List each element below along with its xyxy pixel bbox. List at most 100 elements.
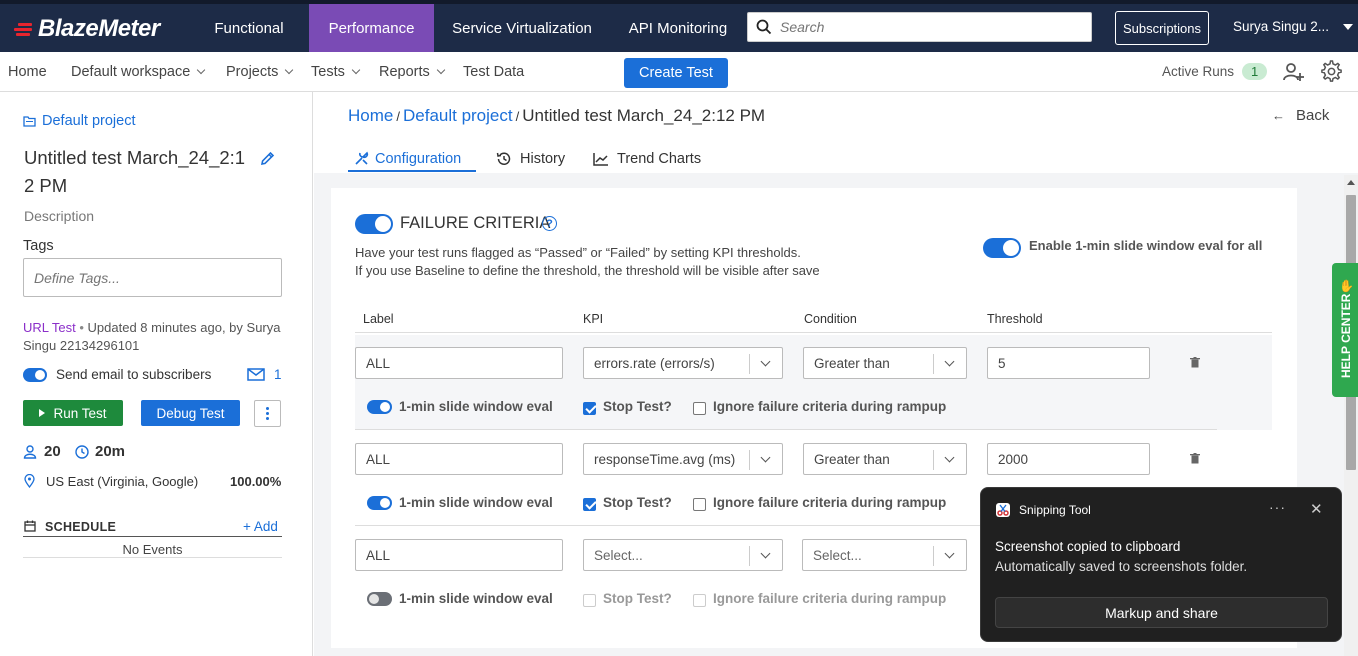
- tab-history[interactable]: History: [496, 147, 565, 171]
- snipping-tool-notification: Snipping Tool ··· ✕ Screenshot copied to…: [980, 487, 1342, 642]
- add-user-icon[interactable]: [1283, 61, 1305, 83]
- ignore-rampup-checkbox[interactable]: [693, 399, 706, 415]
- subscribers-count: 1: [274, 367, 282, 382]
- subnav-workspace[interactable]: Default workspace: [71, 64, 206, 80]
- subnav-home[interactable]: Home: [8, 64, 47, 80]
- divider: [23, 557, 282, 558]
- label-input[interactable]: ALL: [355, 443, 563, 475]
- back-button[interactable]: ← Back: [1272, 107, 1329, 124]
- chevron-down-icon: [197, 65, 206, 75]
- chevron-down-icon: [760, 356, 771, 367]
- failure-criteria-toggle[interactable]: [355, 214, 393, 234]
- mail-icon[interactable]: [247, 368, 265, 381]
- nav-performance[interactable]: Performance: [309, 4, 434, 52]
- clock-icon: [75, 445, 89, 459]
- tab-configuration[interactable]: Configuration: [348, 147, 476, 172]
- scroll-up-arrow-icon[interactable]: [1347, 180, 1355, 185]
- slide-window-toggle[interactable]: [367, 400, 392, 414]
- send-email-toggle[interactable]: [23, 367, 47, 382]
- user-name: Surya Singu 2...: [1233, 19, 1330, 34]
- label-input[interactable]: ALL: [355, 347, 563, 379]
- plus-icon: +: [243, 519, 254, 534]
- nav-api-monitoring[interactable]: API Monitoring: [620, 4, 736, 52]
- markup-and-share-button[interactable]: Markup and share: [995, 597, 1328, 628]
- chevron-down-icon: [944, 356, 955, 367]
- test-type: URL Test: [23, 320, 76, 335]
- ignore-rampup-checkbox[interactable]: [693, 495, 706, 511]
- users-icon: [23, 445, 37, 459]
- add-schedule-link[interactable]: + Add: [243, 519, 278, 534]
- threshold-input[interactable]: 2000: [987, 443, 1150, 475]
- nav-functional[interactable]: Functional: [198, 4, 300, 52]
- blazemeter-logo[interactable]: BlazeMeter: [12, 14, 160, 44]
- location-percent: 100.00%: [230, 474, 282, 489]
- logo-mark-icon: [12, 20, 36, 38]
- project-link[interactable]: Default project: [23, 113, 136, 129]
- subnav-test-data[interactable]: Test Data: [463, 64, 524, 80]
- chevron-down-icon: [760, 452, 771, 463]
- stop-test-label: Stop Test?: [603, 591, 672, 606]
- slide-window-label: 1-min slide window eval: [399, 591, 553, 606]
- condition-select[interactable]: Select...: [802, 539, 967, 571]
- enable-all-slide-window-toggle[interactable]: [983, 238, 1021, 258]
- label-input[interactable]: ALL: [355, 539, 563, 571]
- edit-pencil-icon[interactable]: [260, 151, 275, 166]
- breadcrumb-project[interactable]: Default project: [403, 106, 513, 126]
- stop-test-checkbox[interactable]: [583, 495, 596, 511]
- search-input[interactable]: [780, 19, 1080, 35]
- subnav-tests[interactable]: Tests: [311, 64, 361, 80]
- user-menu[interactable]: Surya Singu 2...: [1233, 19, 1354, 34]
- subscriptions-button[interactable]: Subscriptions: [1115, 11, 1209, 45]
- snipping-tool-icon: [996, 503, 1010, 517]
- main-scrollbar[interactable]: [1344, 175, 1358, 656]
- gear-icon[interactable]: [1320, 60, 1343, 83]
- col-threshold-header: Threshold: [987, 312, 1043, 326]
- tags-input[interactable]: [23, 258, 282, 297]
- arrow-left-icon: ←: [1272, 108, 1285, 123]
- kpi-select[interactable]: errors.rate (errors/s): [583, 347, 783, 379]
- description-field[interactable]: Description: [24, 208, 94, 224]
- create-test-button[interactable]: Create Test: [624, 58, 728, 88]
- debug-test-button[interactable]: Debug Test: [141, 400, 240, 426]
- ignore-rampup-label: Ignore failure criteria during rampup: [713, 495, 947, 510]
- run-test-button[interactable]: Run Test: [23, 400, 123, 426]
- ignore-rampup-label: Ignore failure criteria during rampup: [713, 591, 947, 606]
- users-count: 20: [44, 443, 61, 460]
- folder-icon: [23, 116, 36, 127]
- toast-subtitle: Automatically saved to screenshots folde…: [995, 559, 1248, 574]
- history-icon: [496, 152, 511, 165]
- trash-icon[interactable]: [1190, 357, 1200, 368]
- kpi-select[interactable]: responseTime.avg (ms): [583, 443, 783, 475]
- subnav-reports[interactable]: Reports: [379, 64, 446, 80]
- send-email-toggle-row: Send email to subscribers: [23, 367, 211, 382]
- col-kpi-header: KPI: [583, 312, 604, 326]
- chevron-down-icon: [944, 452, 955, 463]
- condition-select[interactable]: Greater than: [803, 443, 967, 475]
- help-icon[interactable]: ?: [542, 216, 557, 231]
- condition-select[interactable]: Greater than: [803, 347, 967, 379]
- failure-criteria-title: FAILURE CRITERIA: [400, 214, 551, 232]
- slide-window-toggle[interactable]: [367, 496, 392, 510]
- help-center-tab[interactable]: ✋ HELP CENTER: [1332, 263, 1358, 397]
- breadcrumb-current: Untitled test March_24_2:12 PM: [522, 106, 766, 125]
- test-title: Untitled test March_24_2:12 PM: [24, 147, 246, 196]
- tab-trend-charts[interactable]: Trend Charts: [593, 147, 701, 171]
- slide-window-toggle[interactable]: [367, 592, 392, 606]
- subnav-projects[interactable]: Projects: [226, 64, 294, 80]
- slide-window-label: 1-min slide window eval: [399, 495, 553, 510]
- breadcrumb-home[interactable]: Home: [348, 106, 393, 126]
- main-header: Home / Default project / Untitled test Mar…: [314, 92, 1358, 173]
- chevron-down-icon: [436, 65, 446, 75]
- threshold-input[interactable]: 5: [987, 347, 1150, 379]
- test-meta: URL Test • Updated 8 minutes ago, by Sur…: [23, 320, 281, 353]
- active-runs[interactable]: Active Runs 1: [1162, 63, 1268, 80]
- kpi-select[interactable]: Select...: [583, 539, 783, 571]
- trash-icon[interactable]: [1190, 453, 1200, 464]
- more-options-button[interactable]: [254, 400, 281, 427]
- close-icon[interactable]: ✕: [1310, 500, 1323, 518]
- stop-test-checkbox[interactable]: [583, 399, 596, 415]
- search-box[interactable]: [747, 12, 1092, 42]
- more-icon[interactable]: ···: [1269, 499, 1286, 515]
- nav-service-virtualization[interactable]: Service Virtualization: [442, 4, 602, 52]
- col-condition-header: Condition: [804, 312, 857, 326]
